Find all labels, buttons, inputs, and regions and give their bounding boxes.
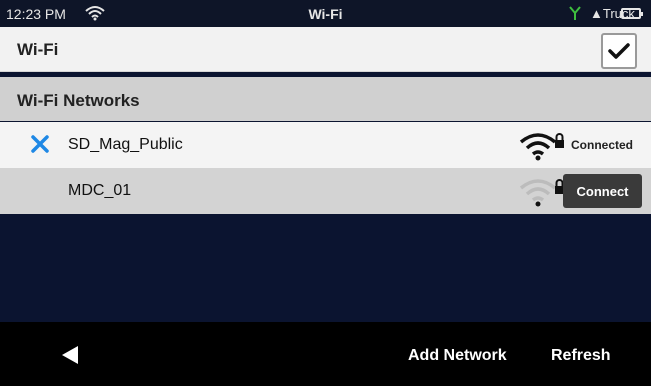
wifi-title-bar: Wi-Fi [0, 27, 651, 72]
status-title: Wi-Fi [308, 6, 343, 22]
refresh-button[interactable]: Refresh [551, 347, 611, 365]
antenna-icon [568, 5, 582, 24]
network-status: Connected [571, 138, 634, 152]
wifi-toggle-checkbox[interactable] [601, 33, 637, 69]
network-name: MDC_01 [68, 182, 132, 199]
status-bar: 12:23 PM Wi-Fi ▲Truck [0, 0, 651, 27]
truck-icon: ▲ [590, 6, 603, 21]
empty-area [0, 214, 651, 322]
connect-button[interactable]: Connect [563, 174, 642, 208]
section-header: Wi-Fi Networks [0, 77, 651, 121]
network-row[interactable]: MDC_01 Connect [0, 168, 651, 214]
wifi-signal-lock-icon [518, 174, 566, 213]
add-network-button[interactable]: Add Network [408, 347, 507, 365]
page-title: Wi-Fi [17, 40, 59, 59]
wifi-signal-lock-icon [518, 128, 566, 167]
network-name: SD_Mag_Public [68, 136, 183, 153]
bottom-bar: Add Network Refresh [0, 322, 651, 386]
battery-icon [621, 8, 643, 19]
connected-check-icon [30, 134, 50, 159]
checkmark-icon [608, 43, 630, 59]
section-title: Wi-Fi Networks [17, 91, 140, 110]
back-arrow-icon[interactable] [58, 344, 88, 366]
network-row[interactable]: SD_Mag_Public Connected [0, 122, 651, 168]
